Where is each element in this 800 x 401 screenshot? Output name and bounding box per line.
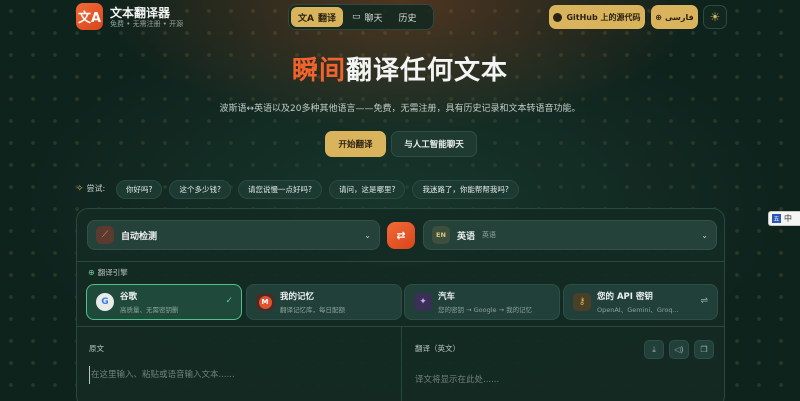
engine-description: OpenAI、Gemini、Groq... [597, 306, 679, 314]
translation-tools: ⤓ ◁) ❐ [644, 340, 714, 359]
chevron-down-icon: ⌄ [364, 230, 371, 240]
translation-label: 翻译（英文） [415, 344, 460, 353]
language-switch-button[interactable]: ⊕ فارسی [651, 5, 698, 29]
ime-side-widget[interactable]: 五 中 [768, 211, 800, 226]
engine-section-label: ⊕ 翻译引擎 [88, 267, 128, 278]
hero-subtitle: 波斯语↔英语以及20多种其他语言——免费，无需注册，具有历史记录和文本转语音功能… [219, 104, 581, 114]
magic-wand-icon: ✦ [414, 293, 432, 311]
translator-card: ⟋ 自动检测 ⌄ ⇄ EN 英语 英语 ⌄ ⊕ 翻译引擎 G 谷歌 高质量、无需… [76, 208, 725, 401]
engine-section-label-text: 翻译引擎 [97, 268, 128, 277]
language-switch-label: فارسی [664, 12, 694, 22]
source-language-name: 自动检测 [121, 231, 158, 242]
copy-button[interactable]: ❐ [694, 340, 714, 359]
translation-output: 译文将显示在此处...... [415, 375, 500, 385]
github-icon [553, 12, 563, 22]
main-nav: 文A 翻译 ▭ 聊天 历史 [288, 4, 434, 30]
translate-icon: 文A [298, 13, 314, 24]
chevron-down-icon: ⌄ [701, 230, 708, 240]
nav-tab-translate[interactable]: 文A 翻译 [291, 7, 343, 27]
start-translating-button[interactable]: 开始翻译 [325, 131, 386, 157]
engine-google[interactable]: G 谷歌 高质量、无需密钥删 ✓ [86, 284, 242, 320]
sun-icon: ☀ [709, 10, 721, 24]
chat-icon: ▭ [351, 12, 361, 22]
engine-description: 您的密钥 → Google → 我的记忆 [438, 306, 533, 314]
engine-mymemory[interactable]: M 我的记忆 翻译记忆库，每日配额 [246, 284, 402, 320]
speak-button[interactable]: ◁) [669, 340, 689, 359]
pane-divider [401, 326, 402, 401]
source-text-label: 原文 [89, 344, 104, 353]
nav-tab-history[interactable]: 历史 [392, 7, 424, 27]
engine-api-key[interactable]: ⚷ 您的 API 密钥 OpenAI、Gemini、Groq... ⇌ [563, 284, 718, 320]
chat-with-ai-button[interactable]: 与人工智能聊天 [391, 131, 477, 157]
github-button-label: GitHub 上的源代码 [566, 12, 641, 22]
key-icon: ⚷ [573, 293, 591, 311]
file-download-icon: ⤓ [652, 344, 656, 354]
target-language-select[interactable]: EN 英语 英语 ⌄ [423, 220, 717, 250]
theme-toggle-button[interactable]: ☀ [703, 5, 727, 29]
mymemory-icon: M [256, 293, 274, 311]
nav-tab-label: 历史 [398, 13, 417, 24]
suggestion-chip[interactable]: 请您说慢一点好吗? [237, 180, 322, 199]
swap-icon: ⇄ [396, 229, 406, 242]
hero-title-accent: 瞬间 [291, 56, 346, 86]
source-language-select[interactable]: ⟋ 自动检测 ⌄ [87, 220, 380, 250]
engine-description: 翻译记忆库，每日配额 [280, 306, 345, 314]
top-header: 文A 文本翻译器 免费 • 无需注册 • 开源 文A 翻译 ▭ 聊天 历史 Gi… [0, 0, 800, 34]
engine-name: 我的记忆 [280, 292, 315, 302]
suggestions-label-text: 尝试: [86, 184, 106, 193]
translate-logo-icon: 文A [76, 3, 103, 30]
engine-name: 谷歌 [120, 292, 138, 302]
hero-title: 瞬间翻译任何文本 [0, 50, 800, 87]
suggestion-chip[interactable]: 请问，这是哪里? [328, 180, 406, 199]
suggestion-chip[interactable]: 这个多少钱? [169, 180, 231, 199]
suggestion-chip[interactable]: 我迷路了，你能帮帮我吗? [412, 180, 519, 199]
ime-mode-label: 中 [784, 214, 792, 223]
nav-tab-label: 聊天 [364, 13, 383, 24]
brand-subtitle: 免费 • 无需注册 • 开源 [110, 20, 184, 28]
check-icon: ✓ [225, 296, 233, 306]
github-source-button[interactable]: GitHub 上的源代码 [549, 5, 645, 29]
swap-languages-button[interactable]: ⇄ [387, 222, 415, 249]
divider [77, 261, 724, 262]
nav-tab-label: 翻译 [317, 13, 336, 24]
ime-logo-icon: 五 [772, 214, 781, 223]
copy-icon: ❐ [700, 345, 708, 354]
globe-icon: ⊕ [88, 268, 95, 277]
speaker-icon: ◁) [674, 345, 684, 354]
google-icon: G [96, 293, 114, 311]
suggestion-chip[interactable]: 你好吗? [116, 180, 163, 199]
sparkle-icon: ✧ [76, 183, 84, 194]
auto-detect-icon: ⟋ [96, 226, 114, 244]
suggestion-chips: 你好吗? 这个多少钱? 请您说慢一点好吗? 请问，这是哪里? 我迷路了，你能帮帮… [116, 180, 519, 199]
engine-name: 您的 API 密钥 [597, 292, 653, 302]
nav-tab-chat[interactable]: ▭ 聊天 [345, 7, 390, 27]
engine-name: 汽车 [438, 292, 456, 302]
hero-title-rest: 翻译任何文本 [346, 56, 509, 86]
download-button[interactable]: ⤓ [644, 340, 664, 359]
sliders-icon[interactable]: ⇌ [700, 296, 708, 306]
language-code-badge: EN [432, 226, 450, 244]
globe-icon: ⊕ [655, 12, 662, 22]
engine-auto[interactable]: ✦ 汽车 您的密钥 → Google → 我的记忆 [404, 284, 560, 320]
engine-description: 高质量、无需密钥删 [120, 306, 179, 314]
source-text-input[interactable] [89, 366, 389, 384]
target-language-name: 英语 [457, 231, 476, 242]
target-language-native: 英语 [482, 231, 497, 239]
suggestions-label: ✧ 尝试: [76, 183, 105, 194]
